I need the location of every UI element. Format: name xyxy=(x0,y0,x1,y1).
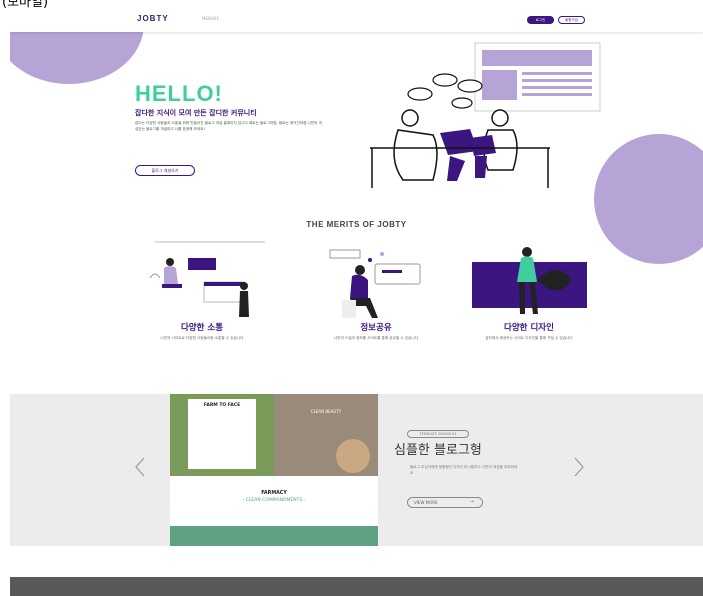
open-blog-button[interactable]: 블로그 개설하기 xyxy=(135,165,195,176)
farm-label: FARM TO FACE xyxy=(203,403,241,408)
merit-illustration-communication xyxy=(149,241,265,317)
flower-image xyxy=(336,439,370,473)
merit-illustration-design xyxy=(472,247,587,314)
merit-title-3: 다양한 디자인 xyxy=(504,323,554,333)
template-preview-card[interactable]: FARM TO FACE CLEAN BEAUTY FARMACY - CLEA… xyxy=(170,394,378,546)
farm-label-box xyxy=(188,399,256,469)
green-strip xyxy=(170,526,378,546)
template-description: 블로그 초심자에게 맞춤형인 디자인 미니멀하고 나만의 개성을 부여하세요 xyxy=(410,465,518,475)
template-title: 심플한 블로그형 xyxy=(394,443,482,458)
merits-title: THE MERITS OF JOBTY xyxy=(306,220,407,229)
merit-desc-1: 나만의 사이트로 다양한 사람들이랑 소통할 수 있습니다 xyxy=(160,336,244,340)
merit-desc-2: 나만의 스킬과 정보를 사이트를 통해 공유할 수 있습니다 xyxy=(333,336,419,340)
commandments-label: - CLEAN COMMANDMENTS - xyxy=(242,498,306,503)
merit-illustration-sharing xyxy=(329,249,421,318)
hero-description: 잡티는 다양한 사람들과 소통을 위해 만들어진 블로그 개설 홈페이지 입니다… xyxy=(135,121,322,131)
merit-title-2: 정보공유 xyxy=(360,323,392,333)
hero-subtitle: 잡다한 지식이 모여 만든 잡디한 커뮤니티 xyxy=(135,109,257,117)
arrow-right-icon: → xyxy=(469,499,474,505)
footer xyxy=(10,577,703,596)
join-button[interactable]: 회원가입 xyxy=(558,16,585,24)
template-tag: TEMPLATE DESIGN 01 xyxy=(407,430,469,438)
hero-title: HELLO! xyxy=(135,81,223,106)
page-frame: JOBTY MENU01 로그인 회원가입 HELLO! 잡다한 지식이 모여 … xyxy=(10,8,703,596)
logo[interactable]: JOBTY xyxy=(137,14,169,23)
view-more-label: VIEW MORE xyxy=(414,500,438,505)
login-button[interactable]: 로그인 xyxy=(527,16,554,24)
top-cropped-label: (모바일) xyxy=(2,0,49,8)
hero-illustration xyxy=(370,42,601,188)
merit-title-1: 다양한 소통 xyxy=(180,323,224,333)
site-header: JOBTY MENU01 로그인 회원가입 xyxy=(10,8,703,32)
farmacy-label: FARMACY xyxy=(261,491,287,496)
nav-item[interactable]: MENU01 xyxy=(202,16,219,21)
chevron-right-icon[interactable] xyxy=(573,457,585,477)
merit-desc-3: 잡티에서 제공하는 사이트 디자인을 통해 꾸밀 수 있습니다 xyxy=(485,336,573,340)
chevron-left-icon[interactable] xyxy=(134,457,146,477)
clean-label: CLEAN BEAUTY xyxy=(310,409,342,414)
view-more-button[interactable]: VIEW MORE → xyxy=(407,497,483,508)
